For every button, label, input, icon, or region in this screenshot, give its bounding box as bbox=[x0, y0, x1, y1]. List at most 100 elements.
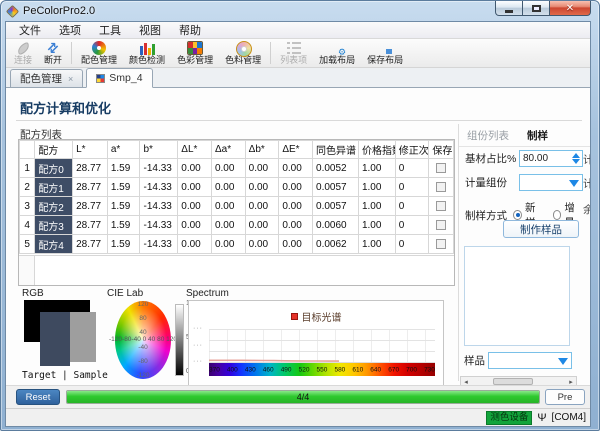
value-cell: 1.59 bbox=[107, 159, 140, 178]
y-tick: ··· bbox=[193, 325, 203, 332]
toolbar-button-colorant-manage[interactable]: 色料管理 bbox=[219, 40, 267, 66]
toolbar-button-color-manage[interactable]: 色彩管理 bbox=[171, 40, 219, 66]
chevron-down-icon bbox=[569, 180, 579, 187]
save-checkbox[interactable] bbox=[436, 182, 446, 192]
save-checkbox[interactable] bbox=[436, 239, 446, 249]
caption-buttons: ✕ bbox=[495, 1, 591, 16]
maximize-button[interactable] bbox=[523, 1, 549, 16]
column-header: 修正次数 bbox=[395, 141, 429, 159]
column-header: 保存 bbox=[429, 141, 454, 159]
metering-component-dropdown[interactable] bbox=[519, 174, 583, 191]
column-header: 价格指数 bbox=[358, 141, 395, 159]
menu-item-3[interactable]: 工具 bbox=[90, 22, 130, 38]
status-bar: 测色设备 Ψ [COM4] bbox=[6, 408, 590, 426]
x-tick-label: 430 bbox=[245, 367, 256, 374]
x-tick-label: 370 bbox=[209, 367, 220, 374]
lightness-bar bbox=[175, 304, 184, 376]
pre-button[interactable]: Pre bbox=[545, 389, 585, 405]
value-cell: 1.00 bbox=[358, 216, 395, 235]
value-cell: 0.0060 bbox=[313, 216, 359, 235]
b-tick: -40 bbox=[138, 344, 147, 351]
value-cell: 0.00 bbox=[178, 197, 212, 216]
value-cell: -14.33 bbox=[140, 178, 178, 197]
spinner-arrows[interactable] bbox=[570, 152, 581, 165]
save-checkbox[interactable] bbox=[436, 220, 446, 230]
value-cell: 0.00 bbox=[245, 216, 279, 235]
minimize-button[interactable] bbox=[495, 1, 523, 16]
formula-name-cell[interactable]: 配方0 bbox=[35, 159, 73, 178]
save-checkbox[interactable] bbox=[436, 201, 446, 211]
table-row[interactable]: 4配方328.771.59-14.330.000.000.000.000.006… bbox=[20, 216, 454, 235]
tab-label: 配色管理 bbox=[20, 71, 62, 86]
menu-item-5[interactable]: 帮助 bbox=[170, 22, 210, 38]
sample-dropdown[interactable] bbox=[488, 352, 572, 369]
radio-icon[interactable] bbox=[513, 210, 522, 220]
formula-name-cell[interactable]: 配方4 bbox=[35, 235, 73, 254]
value-cell: 0.00 bbox=[245, 235, 279, 254]
table-row[interactable]: 1配方028.771.59-14.330.000.000.000.000.005… bbox=[20, 159, 454, 178]
reset-button[interactable]: Reset bbox=[16, 389, 60, 405]
y-tick: ··· bbox=[193, 358, 203, 365]
value-cell: 0 bbox=[395, 178, 429, 197]
tab-配色管理[interactable]: 配色管理 × bbox=[10, 69, 83, 87]
toolbar-button-color-match[interactable]: 配色管理 bbox=[75, 40, 123, 66]
toolbar-button-color-detect[interactable]: 颜色检测 bbox=[123, 40, 171, 66]
spin-up-icon[interactable] bbox=[572, 153, 580, 158]
toolbar-label: 色彩管理 bbox=[177, 56, 213, 65]
value-cell: 0.00 bbox=[279, 159, 313, 178]
toolbar-label: 列表项 bbox=[280, 56, 307, 65]
value-cell: 0.00 bbox=[245, 197, 279, 216]
toolbar: 连接⇄断开配色管理颜色检测色彩管理色料管理列表项加载布局保存布局 bbox=[6, 39, 590, 68]
value-cell: -14.33 bbox=[140, 235, 178, 254]
table-row[interactable]: 3配方228.771.59-14.330.000.000.000.000.005… bbox=[20, 197, 454, 216]
panel-tab-组份列表[interactable]: 组份列表 bbox=[467, 128, 509, 143]
load-layout-icon bbox=[329, 41, 345, 55]
progress-bar: 4/4 bbox=[66, 390, 540, 404]
toolbar-button-save-layout[interactable]: 保存布局 bbox=[361, 40, 409, 66]
substrate-ratio-label: 基材占比% bbox=[465, 151, 519, 166]
formula-name-cell[interactable]: 配方2 bbox=[35, 197, 73, 216]
row-index: 5 bbox=[20, 235, 35, 254]
radio-icon[interactable] bbox=[553, 210, 562, 220]
toolbar-button-load-layout[interactable]: 加载布局 bbox=[313, 40, 361, 66]
maximize-icon bbox=[532, 5, 541, 12]
value-cell: 1.00 bbox=[358, 159, 395, 178]
tab-Smp_4[interactable]: Smp_4 bbox=[86, 68, 152, 88]
table-row[interactable]: 2配方128.771.59-14.330.000.000.000.000.005… bbox=[20, 178, 454, 197]
substrate-ratio-input[interactable]: 80.00 bbox=[519, 150, 583, 167]
value-cell: 0.0062 bbox=[313, 235, 359, 254]
com-port-label: [COM4] bbox=[552, 412, 586, 423]
value-cell: 28.77 bbox=[73, 178, 108, 197]
save-layout-icon bbox=[377, 41, 393, 55]
scrollbar-thumb[interactable] bbox=[493, 378, 533, 385]
rgb-caption: Target | Sample bbox=[22, 370, 108, 381]
spin-down-icon[interactable] bbox=[572, 159, 580, 164]
close-tab-icon[interactable]: × bbox=[68, 74, 73, 84]
table-row[interactable]: 5配方428.771.59-14.330.000.000.000.000.006… bbox=[20, 235, 454, 254]
value-cell: 28.77 bbox=[73, 159, 108, 178]
substrate-ratio-value: 80.00 bbox=[523, 153, 548, 164]
x-tick-label: 400 bbox=[227, 367, 238, 374]
toolbar-label: 配色管理 bbox=[81, 56, 117, 65]
y-tick: ··· bbox=[193, 342, 203, 349]
close-button[interactable]: ✕ bbox=[549, 1, 591, 16]
formula-name-cell[interactable]: 配方3 bbox=[35, 216, 73, 235]
component-list-box[interactable] bbox=[464, 246, 570, 346]
value-cell: 0.00 bbox=[211, 216, 245, 235]
formula-name-cell[interactable]: 配方1 bbox=[35, 178, 73, 197]
menu-item-2[interactable]: 选项 bbox=[50, 22, 90, 38]
toolbar-button-disconnect[interactable]: ⇄断开 bbox=[38, 40, 68, 66]
value-cell: 0.00 bbox=[279, 178, 313, 197]
menu-item-4[interactable]: 视图 bbox=[130, 22, 170, 38]
save-checkbox[interactable] bbox=[436, 163, 446, 173]
row-index: 1 bbox=[20, 159, 35, 178]
value-cell: 1.00 bbox=[358, 235, 395, 254]
make-sample-button[interactable]: 制作样品 bbox=[503, 220, 579, 238]
panel-tab-制样[interactable]: 制样 bbox=[527, 128, 548, 143]
app-body: 文件选项工具视图帮助 连接⇄断开配色管理颜色检测色彩管理色料管理列表项加载布局保… bbox=[5, 21, 591, 427]
sample-color-swatch bbox=[70, 312, 96, 362]
x-tick-label: 580 bbox=[334, 367, 345, 374]
value-cell: 0.00 bbox=[178, 235, 212, 254]
value-cell: -14.33 bbox=[140, 159, 178, 178]
menu-item-1[interactable]: 文件 bbox=[10, 22, 50, 38]
